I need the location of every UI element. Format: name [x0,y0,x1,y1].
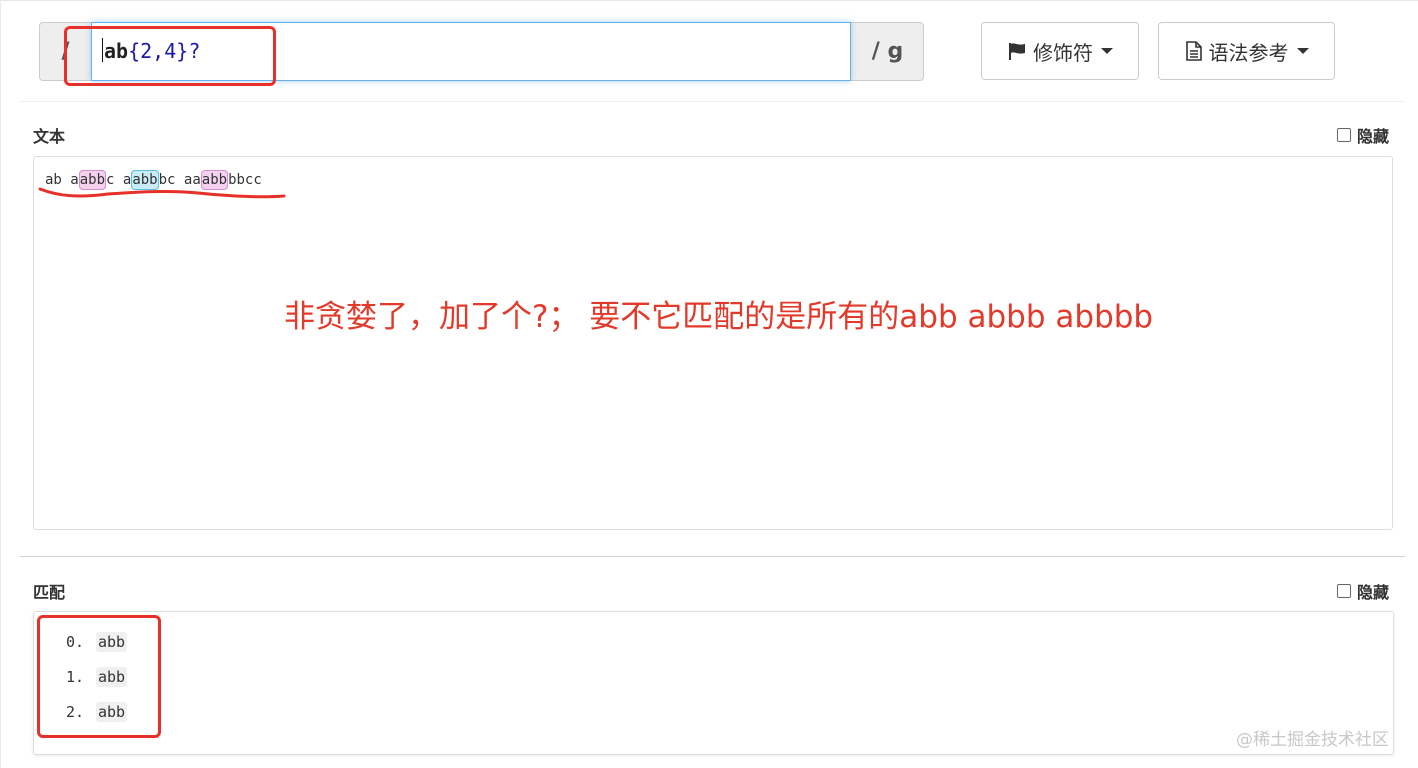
text-hide-toggle[interactable]: 隐藏 [1337,123,1389,147]
modifiers-label: 修饰符 [1033,40,1093,65]
hide-checkbox[interactable] [1337,128,1351,142]
top-border [0,0,1418,1]
red-underline-annotation [38,187,286,199]
flag-icon [1009,43,1025,60]
matches-list: 0. abb 1. abb 2. abb [33,611,1394,755]
red-box-annotation [64,26,276,86]
hide-label: 隐藏 [1357,127,1390,146]
chevron-down-icon [1101,48,1113,54]
left-border [0,0,1,768]
hide-label: 隐藏 [1357,583,1390,602]
document-icon [1185,41,1202,61]
red-box-annotation [37,615,161,738]
modifiers-button[interactable]: 修饰符 [981,22,1139,80]
hide-checkbox[interactable] [1337,584,1351,598]
regex-flags[interactable]: / g [851,22,924,81]
matches-section-title: 匹配 [33,583,66,602]
syntax-reference-button[interactable]: 语法参考 [1158,22,1335,80]
test-text-editor[interactable]: ab aabbc aabbbc aaabbbbcc [33,156,1393,530]
section-divider [20,556,1405,557]
matches-hide-toggle[interactable]: 隐藏 [1337,579,1389,603]
section-divider [20,101,1405,102]
watermark: @稀土掘金技术社区 [1236,730,1389,750]
chevron-down-icon [1296,48,1309,54]
annotation-text: 非贪婪了，加了个?； 要不它匹配的是所有的abb abbb abbbb [284,299,1154,335]
syntax-reference-label: 语法参考 [1208,40,1289,65]
text-section-title: 文本 [33,127,66,146]
